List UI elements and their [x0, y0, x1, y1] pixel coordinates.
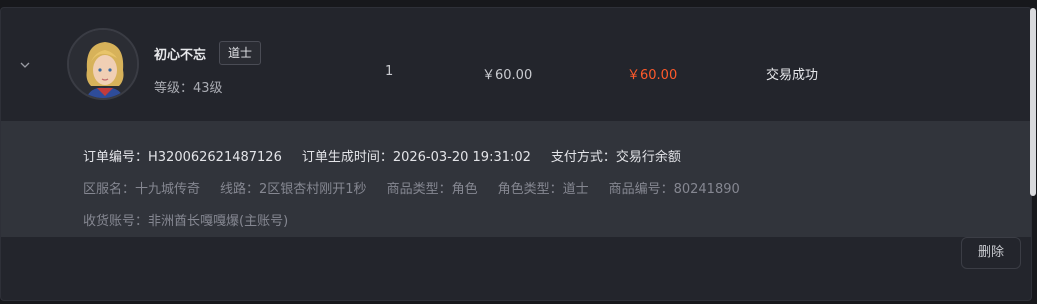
character-level: 等级：43级: [154, 81, 223, 96]
class-badge: 道士: [219, 41, 261, 65]
receive-account: 收货账号：非洲酋长嘎嘎爆(主账号): [83, 214, 289, 229]
server-name: 区服名：十九城传奇: [83, 182, 201, 197]
detail-line-3: 收货账号：非洲酋长嘎嘎爆(主账号): [83, 210, 308, 229]
detail-line-1: 订单编号：H320062621487126 订单生成时间：2026-03-20 1…: [83, 146, 701, 165]
delete-button[interactable]: 删除: [961, 237, 1021, 269]
server-line: 线路：2区银杏村刚开1秒: [220, 182, 367, 197]
unit-price: ￥60.00: [482, 68, 533, 83]
detail-line-2: 区服名：十九城传奇 线路：2区银杏村刚开1秒 商品类型：角色 角色类型：道士 商品编号：…: [83, 178, 760, 197]
role-type: 角色类型：道士: [497, 182, 589, 197]
payment-method: 支付方式：交易行余额: [550, 150, 681, 165]
order-card: 初心不忘 道士 等级：43级 1 ￥60.00 ￥60.00 交易成功 订单编号…: [0, 7, 1032, 301]
order-detail-panel: 订单编号：H320062621487126 订单生成时间：2026-03-20 1…: [1, 121, 1031, 237]
scrollbar[interactable]: [1030, 8, 1036, 196]
order-summary-row: 初心不忘 道士 等级：43级 1 ￥60.00 ￥60.00 交易成功: [1, 8, 1031, 121]
avatar: [67, 28, 139, 100]
order-number: 订单编号：H320062621487126: [83, 150, 282, 165]
product-type: 商品类型：角色: [386, 182, 478, 197]
character-name: 初心不忘: [154, 48, 207, 63]
total-price: ￥60.00: [627, 68, 678, 83]
order-created-time: 订单生成时间：2026-03-20 19:31:02: [301, 150, 531, 165]
chevron-down-icon[interactable]: [18, 58, 32, 72]
order-status: 交易成功: [766, 68, 819, 83]
quantity: 1: [385, 64, 394, 79]
product-number: 商品编号：80241890: [608, 182, 740, 197]
